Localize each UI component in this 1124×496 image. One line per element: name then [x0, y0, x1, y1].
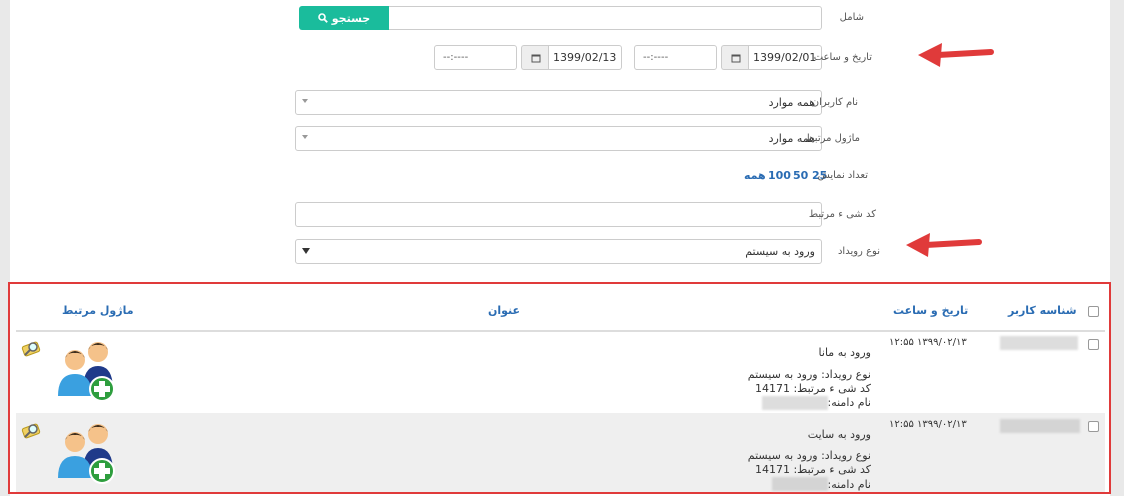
users-label: نام کاربران	[811, 97, 858, 108]
display-count-all[interactable]: همه	[744, 169, 766, 182]
header-title[interactable]: عنوان	[488, 304, 520, 317]
search-icon	[317, 13, 328, 23]
row-domain: نام دامنه:	[827, 396, 872, 409]
chevron-down-icon	[302, 99, 308, 103]
row-checkbox[interactable]	[1088, 339, 1099, 350]
row-datetime: ۱۳۹۹/۰۲/۱۳ ۱۲:۵۵	[889, 337, 967, 348]
domain-value	[772, 477, 828, 491]
time-from-marker: --	[661, 52, 669, 63]
time-to-marker: --	[461, 52, 469, 63]
users-select[interactable]: همه موارد	[295, 90, 822, 115]
annotation-arrow-icon	[906, 233, 982, 257]
row-object-code: کد شی ء مرتبط: 14171	[754, 382, 871, 395]
row-title: ورود به سایت	[807, 428, 871, 441]
magnifier-note-icon[interactable]	[20, 420, 42, 442]
row-object-code: کد شی ء مرتبط: 14171	[754, 463, 871, 476]
user-id-value	[1000, 419, 1080, 433]
event-type-select[interactable]: ورود به سیستم	[295, 239, 822, 264]
event-type-select-value: ورود به سیستم	[745, 245, 815, 258]
display-count-100[interactable]: 100	[768, 169, 791, 182]
time-to-input[interactable]: --:-- --	[434, 45, 517, 70]
calendar-icon	[531, 54, 541, 63]
time-to-placeholder: --:--	[443, 52, 461, 63]
module-label: ماژول مرتبط	[805, 133, 860, 144]
domain-value	[762, 396, 828, 410]
date-from-calendar-button[interactable]	[721, 45, 749, 70]
select-all-checkbox[interactable]	[1088, 306, 1099, 317]
event-type-label: نوع رویداد	[837, 246, 880, 257]
date-to-input[interactable]: 1399/02/13	[548, 45, 622, 70]
row-event-type: نوع رویداد: ورود به سیستم	[747, 368, 871, 381]
calendar-icon	[731, 54, 741, 63]
date-to-calendar-button[interactable]	[521, 45, 549, 70]
row-event-type: نوع رویداد: ورود به سیستم	[747, 449, 871, 462]
search-button-label: جستجو	[331, 11, 371, 25]
chevron-down-icon	[302, 135, 308, 139]
header-datetime[interactable]: تاریخ و ساعت	[893, 304, 968, 317]
chevron-down-icon	[302, 248, 310, 254]
includes-input[interactable]	[388, 6, 822, 30]
display-count-50[interactable]: 50	[793, 169, 808, 182]
date-from-input[interactable]: 1399/02/01	[748, 45, 822, 70]
time-from-input[interactable]: --:-- --	[634, 45, 717, 70]
magnifier-note-icon[interactable]	[20, 338, 42, 360]
display-count-label: تعداد نمایش	[817, 170, 868, 181]
annotation-arrow-icon	[918, 43, 994, 67]
search-button[interactable]: جستجو	[299, 6, 389, 30]
header-module[interactable]: ماژول مرتبط	[62, 304, 134, 317]
users-add-icon[interactable]	[55, 420, 119, 484]
header-user-id[interactable]: شناسه کاربر	[1008, 304, 1077, 317]
row-checkbox[interactable]	[1088, 421, 1099, 432]
row-datetime: ۱۳۹۹/۰۲/۱۳ ۱۲:۵۵	[889, 419, 967, 430]
datetime-label: تاریخ و ساعت	[813, 52, 872, 63]
users-select-value: همه موارد	[768, 96, 815, 109]
module-select[interactable]: همه موارد	[295, 126, 822, 151]
row-domain: نام دامنه:	[827, 478, 872, 491]
object-code-input[interactable]	[295, 202, 822, 227]
includes-label: شامل	[839, 12, 864, 23]
time-from-placeholder: --:--	[643, 52, 661, 63]
object-code-label: کد شی ء مرتبط	[808, 209, 876, 220]
users-add-icon[interactable]	[55, 338, 119, 402]
user-id-value	[1000, 336, 1078, 350]
header-divider	[16, 330, 1105, 332]
row-title: ورود به مانا	[818, 346, 871, 359]
